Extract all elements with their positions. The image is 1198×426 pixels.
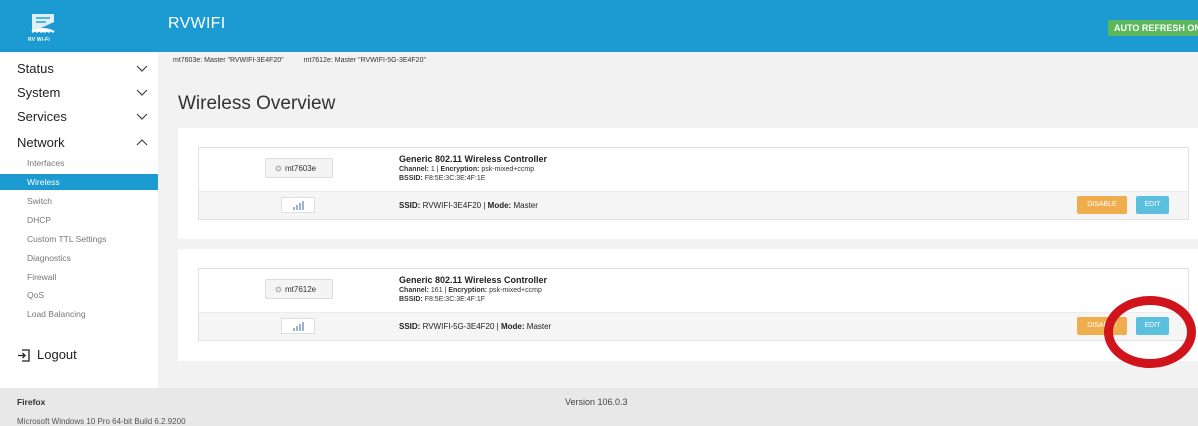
- bssid-value: F8:5E:3C:3E:4F:1F: [424, 296, 485, 303]
- bssid-value: F8:5E:3C:3E:4F:1E: [424, 175, 486, 182]
- mode-label: Mode:: [487, 201, 512, 210]
- bssid-line: BSSID: F8:5E:3C:3E:4F:1F: [399, 296, 485, 303]
- sidebar-item-firewall[interactable]: Firewall: [27, 272, 56, 282]
- logout-link[interactable]: Logout: [37, 347, 77, 362]
- ssid-label: SSID:: [399, 322, 421, 331]
- chevron-down-icon[interactable]: [136, 65, 148, 73]
- footer-browser: Firefox: [17, 397, 46, 407]
- top-header: RV Wi-Fi RVWIFI AUTO REFRESH ON: [0, 0, 1198, 52]
- chevron-up-icon[interactable]: [136, 138, 148, 146]
- logo[interactable]: RV Wi-Fi: [0, 0, 158, 52]
- mode-value: Master: [513, 201, 538, 210]
- device-row: mt7612e Generic 802.11 Wireless Controll…: [199, 269, 1188, 313]
- network-row: SSID: RVWIFI-5G-3E4F20 | Mode: Master DI…: [199, 313, 1188, 340]
- mode-label: Mode:: [500, 322, 525, 331]
- sidebar-item-wireless[interactable]: Wireless: [0, 174, 158, 190]
- signal-strength-icon: [293, 322, 304, 331]
- channel-encryption-line: Channel: 1 | Encryption: psk-mixed+ccmp: [399, 166, 535, 173]
- radio-summary-item[interactable]: mt7603e: Master "RVWIFI-3E4F20": [173, 57, 284, 64]
- bssid-label: BSSID:: [399, 296, 423, 303]
- encryption-label: Encryption:: [440, 166, 480, 173]
- channel-label: Channel:: [399, 166, 429, 173]
- sidebar-item-interfaces[interactable]: Interfaces: [27, 158, 64, 168]
- channel-label: Channel:: [399, 287, 429, 294]
- sidebar-item-dhcp[interactable]: DHCP: [27, 215, 51, 225]
- channel-value: 161: [430, 287, 443, 294]
- device-name: mt7603e: [285, 164, 317, 173]
- ssid-line: SSID: RVWIFI-3E4F20 | Mode: Master: [399, 201, 538, 210]
- sidebar-item-label: Wireless: [27, 177, 60, 187]
- signal-strength-icon: [293, 201, 304, 210]
- controller-title: Generic 802.11 Wireless Controller: [399, 154, 547, 164]
- device-table: mt7612e Generic 802.11 Wireless Controll…: [198, 268, 1189, 341]
- sidebar-item-custom-ttl[interactable]: Custom TTL Settings: [27, 234, 106, 244]
- mode-value: Master: [526, 322, 552, 331]
- device-name: mt7612e: [285, 285, 317, 294]
- network-row: SSID: RVWIFI-3E4F20 | Mode: Master DISAB…: [199, 192, 1188, 219]
- channel-value: 1: [430, 166, 435, 173]
- ssid-value: RVWIFI-3E4F20: [422, 201, 482, 210]
- footer-version: Version 106.0.3: [565, 397, 628, 407]
- encryption-value: psk-mixed+ccmp: [489, 287, 542, 294]
- menu-network[interactable]: Network: [17, 135, 65, 150]
- logout-icon[interactable]: [17, 349, 30, 362]
- radio-summary-item[interactable]: mt7612e: Master "RVWIFI-5G-3E4F20": [304, 57, 426, 64]
- sidebar: Status System Services Network Interface…: [0, 52, 158, 388]
- signal-box: [281, 318, 315, 334]
- auto-refresh-badge[interactable]: AUTO REFRESH ON: [1108, 20, 1198, 36]
- chevron-down-icon[interactable]: [136, 89, 148, 97]
- logo-text: RV Wi-Fi: [28, 37, 51, 43]
- footer-os: Microsoft Windows 10 Pro 64-bit Build 6.…: [17, 417, 186, 426]
- radio-summary-bar: mt7603e: Master "RVWIFI-3E4F20" mt7612e:…: [173, 57, 444, 64]
- ssid-value: RVWIFI-5G-3E4F20: [422, 322, 495, 331]
- page-title: Wireless Overview: [178, 93, 336, 114]
- footer: Firefox Version 106.0.3 Microsoft Window…: [0, 388, 1198, 426]
- device-table: mt7603e Generic 802.11 Wireless Controll…: [198, 147, 1189, 220]
- disable-button[interactable]: DISABLE: [1077, 196, 1127, 214]
- controller-title: Generic 802.11 Wireless Controller: [399, 275, 547, 285]
- device-button[interactable]: mt7603e: [265, 158, 333, 178]
- encryption-value: psk-mixed+ccmp: [481, 166, 535, 173]
- chevron-down-icon[interactable]: [136, 113, 148, 121]
- edit-button[interactable]: EDIT: [1136, 196, 1169, 214]
- wifi-device-icon: [275, 286, 282, 293]
- encryption-label: Encryption:: [448, 287, 488, 294]
- ssid-label: SSID:: [399, 201, 421, 210]
- wifi-device-icon: [275, 165, 282, 172]
- bssid-label: BSSID:: [399, 175, 423, 182]
- sidebar-item-load-balancing[interactable]: Load Balancing: [27, 309, 86, 319]
- menu-system[interactable]: System: [17, 85, 60, 100]
- brand-name[interactable]: RVWIFI: [168, 15, 226, 33]
- menu-status[interactable]: Status: [17, 61, 54, 76]
- sidebar-item-switch[interactable]: Switch: [27, 196, 52, 206]
- sidebar-item-diagnostics[interactable]: Diagnostics: [27, 253, 71, 263]
- wireless-device-panel: mt7612e Generic 802.11 Wireless Controll…: [178, 249, 1198, 361]
- device-row: mt7603e Generic 802.11 Wireless Controll…: [199, 148, 1188, 192]
- menu-services[interactable]: Services: [17, 109, 67, 124]
- sidebar-item-qos[interactable]: QoS: [27, 290, 44, 300]
- wireless-device-panel: mt7603e Generic 802.11 Wireless Controll…: [178, 128, 1198, 239]
- bssid-line: BSSID: F8:5E:3C:3E:4F:1E: [399, 175, 485, 182]
- ssid-line: SSID: RVWIFI-5G-3E4F20 | Mode: Master: [399, 322, 552, 331]
- signal-box: [281, 197, 315, 213]
- device-button[interactable]: mt7612e: [265, 279, 333, 299]
- annotation-circle: [1104, 296, 1196, 368]
- channel-encryption-line: Channel: 161 | Encryption: psk-mixed+ccm…: [399, 287, 542, 294]
